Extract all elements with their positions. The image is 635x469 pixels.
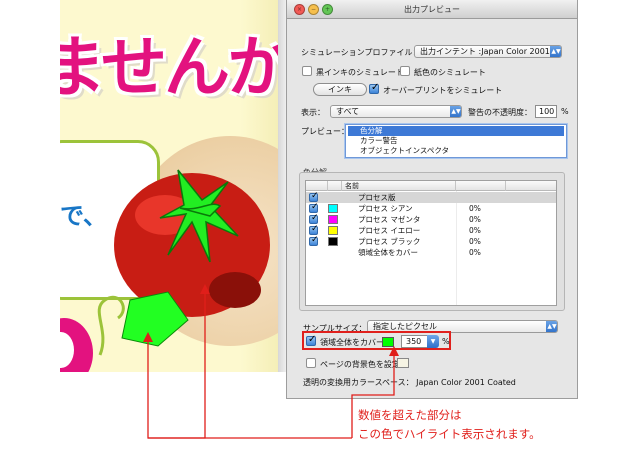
separation-value: 0%: [469, 226, 481, 235]
separation-value: 0%: [469, 237, 481, 246]
warning-opacity-unit: %: [561, 107, 569, 116]
separations-table-header: 名前: [306, 181, 556, 191]
row-checkbox[interactable]: [309, 191, 319, 202]
cyan-swatch: [328, 204, 338, 213]
separation-value: 0%: [469, 215, 481, 224]
simulate-black-ink-checkbox[interactable]: [302, 66, 312, 76]
table-row[interactable]: プロセス マゼンタ 0%: [306, 213, 556, 225]
warning-opacity-label: 警告の不透明度：: [468, 108, 532, 117]
row-checkbox[interactable]: [309, 235, 319, 246]
ink-button[interactable]: インキ: [313, 83, 367, 96]
table-row[interactable]: 領域全体をカバー 0%: [306, 247, 556, 258]
annotation-line-1: 数値を超えた部分は: [358, 408, 462, 422]
simulate-overprint-label: オーバープリントをシミュレート: [383, 86, 503, 95]
show-label: 表示：: [301, 108, 325, 117]
coverage-unit: %: [442, 337, 450, 346]
annotation-caption: 数値を超えた部分は この色でハイライト表示されます。: [358, 406, 541, 444]
tomato-shadow: [209, 272, 261, 308]
transparency-color-space: 透明の変換用カラースペース： Japan Color 2001 Coated: [303, 378, 516, 387]
table-row[interactable]: プロセス ブラック 0%: [306, 235, 556, 247]
row-checkbox[interactable]: [309, 213, 319, 224]
page-background-color-swatch[interactable]: [397, 358, 409, 368]
warning-opacity-input[interactable]: 100: [535, 105, 557, 118]
preview-label: プレビュー：: [301, 127, 349, 136]
dialog-title: 出力プレビュー: [404, 5, 460, 14]
separation-name: プロセス版: [358, 193, 396, 202]
separation-name: プロセス ブラック: [358, 237, 421, 246]
row-checkbox[interactable]: [309, 224, 319, 235]
document-artwork: ませんか。 で、: [60, 0, 280, 372]
total-coverage-checkbox[interactable]: [306, 334, 316, 346]
header-value-column: [456, 181, 506, 191]
coverage-highlight-color-swatch[interactable]: [382, 337, 394, 347]
preview-option-color-warnings[interactable]: カラー警告: [348, 136, 564, 146]
simulation-profile-value: 出力インテント :Japan Color 2001 Coated: [420, 47, 561, 56]
show-value: すべて: [336, 107, 360, 116]
magenta-swatch: [328, 215, 338, 224]
page-background-checkbox[interactable]: [306, 358, 316, 368]
sample-size-value: 指定したピクセル: [373, 322, 437, 331]
separation-name: 領域全体をカバー: [358, 248, 418, 257]
preview-option-object-inspector[interactable]: オブジェクトインスペクタ: [348, 146, 564, 156]
simulation-profile-select[interactable]: 出力インテント :Japan Color 2001 Coated ▲▼: [414, 45, 562, 58]
separation-value: 0%: [469, 204, 481, 213]
output-preview-dialog: × − + 出力プレビュー シミュレーションプロファイル： 出力インテント :J…: [286, 0, 578, 399]
annotation-line-2: この色でハイライト表示されます。: [358, 427, 541, 441]
tomato-illustration: [97, 169, 270, 356]
chevron-updown-icon: ▲▼: [550, 46, 561, 57]
show-select[interactable]: すべて ▲▼: [330, 105, 462, 118]
simulate-black-ink-label: 黒インキのシミュレート: [316, 68, 404, 77]
separations-table: 名前 プロセス版 プロセス シアン 0% プロセス マゼンタ 0% プロセス イ…: [305, 180, 557, 306]
black-swatch: [328, 237, 338, 246]
page-background-label: ページの背景色を設定: [320, 360, 400, 369]
chevron-updown-icon: ▲▼: [450, 106, 461, 117]
separation-name: プロセス シアン: [358, 204, 413, 213]
separation-name: プロセス マゼンタ: [358, 215, 421, 224]
separation-value: 0%: [469, 248, 481, 257]
coverage-dropdown-icon[interactable]: ▼: [427, 335, 439, 348]
simulate-paper-color-checkbox[interactable]: [400, 66, 410, 76]
separation-name: プロセス イエロー: [358, 226, 421, 235]
table-row[interactable]: プロセス イエロー 0%: [306, 224, 556, 236]
vine-decoration: [97, 295, 125, 356]
header-swatch-column: [328, 181, 342, 191]
table-row[interactable]: プロセス シアン 0%: [306, 202, 556, 214]
yellow-swatch: [328, 226, 338, 235]
table-row[interactable]: プロセス版: [306, 191, 556, 203]
simulation-profile-label: シミュレーションプロファイル：: [301, 48, 421, 57]
preview-option-separations[interactable]: 色分解: [348, 126, 564, 136]
header-name-column[interactable]: 名前: [342, 181, 456, 191]
header-check-column: [306, 181, 328, 191]
chevron-updown-icon: ▲▼: [546, 321, 557, 332]
titlebar: × − + 出力プレビュー: [287, 0, 577, 19]
preview-mode-list[interactable]: 色分解 カラー警告 オブジェクトインスペクタ: [345, 124, 567, 158]
total-coverage-label: 領域全体をカバー: [320, 338, 384, 347]
simulate-paper-color-label: 紙色のシミュレート: [414, 68, 486, 77]
simulate-overprint-checkbox[interactable]: [369, 82, 379, 94]
row-checkbox[interactable]: [309, 202, 319, 213]
